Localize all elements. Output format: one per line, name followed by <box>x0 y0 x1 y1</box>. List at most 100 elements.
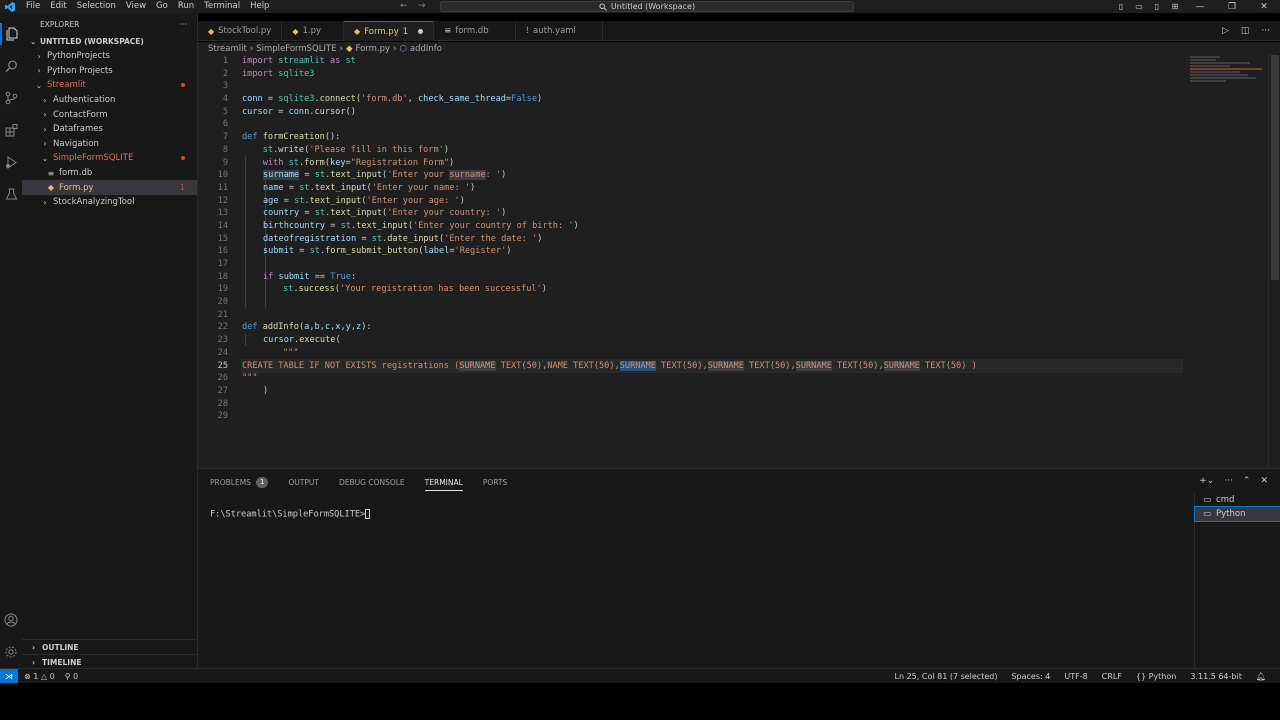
chevron-right-icon: › <box>37 66 41 76</box>
toggle-sidebar-icon[interactable]: ▯ <box>1112 2 1130 11</box>
menu-terminal[interactable]: Terminal <box>199 0 245 13</box>
status-bar: ⋊ ⊗ 1 △ 0 ⚲ 0 Ln 25, Col 81 (7 selected)… <box>0 668 1280 684</box>
code-line-25: CREATE TABLE IF NOT EXISTS registrations… <box>241 358 1183 374</box>
breadcrumb-item[interactable]: addInfo <box>410 44 442 54</box>
remote-indicator-icon[interactable]: ⋊ <box>0 668 18 684</box>
extensions-icon[interactable] <box>0 119 22 141</box>
search-icon <box>599 2 607 11</box>
tab-output[interactable]: OUTPUT <box>288 469 319 495</box>
toggle-panel-icon[interactable]: ▭ <box>1130 2 1148 11</box>
workspace-root[interactable]: ⌄ UNTITLED (WORKSPACE) <box>22 35 197 48</box>
tab-form-py[interactable]: ◆ Form.py 1 <box>344 21 435 41</box>
more-actions-icon[interactable]: ··· <box>1224 476 1233 486</box>
menu-help[interactable]: Help <box>245 0 274 13</box>
code-line-12: age = st.text_input('Enter your age: ') <box>263 195 465 206</box>
tab-stocktool[interactable]: ◆ StockTool.py <box>198 21 283 41</box>
line-ending[interactable]: CRLF <box>1102 672 1122 681</box>
menu-go[interactable]: Go <box>151 0 173 13</box>
menu-file[interactable]: File <box>21 0 45 13</box>
ports-status[interactable]: ⚲ 0 <box>65 672 79 681</box>
forward-arrow-icon[interactable]: → <box>418 0 426 13</box>
menu-selection[interactable]: Selection <box>72 0 121 13</box>
language-mode[interactable]: {} Python <box>1136 672 1176 681</box>
tree-item-label: Navigation <box>53 138 99 149</box>
outline-section[interactable]: › OUTLINE <box>22 639 198 654</box>
split-editor-icon[interactable]: ◫ <box>1241 26 1250 36</box>
terminal-output[interactable]: F:\Streamlit\SimpleFormSQLITE> <box>210 509 371 520</box>
editor-actions: ▷ ◫ ··· <box>1222 21 1270 41</box>
tab-terminal[interactable]: TERMINAL <box>424 469 463 495</box>
back-arrow-icon[interactable]: ← <box>400 0 408 13</box>
tab-auth-yaml[interactable]: ! auth.yaml <box>516 21 603 41</box>
breadcrumb-item[interactable]: Form.py <box>356 44 391 54</box>
line-number: 2 <box>222 68 228 79</box>
unsaved-dot-icon[interactable] <box>418 29 424 34</box>
tree-item-label: ContactForm <box>53 109 108 120</box>
tree-item[interactable]: ⌄ Streamlit <box>22 78 197 93</box>
minimize-icon[interactable]: — <box>1184 2 1216 12</box>
line-number: 23 <box>217 335 228 346</box>
encoding[interactable]: UTF-8 <box>1064 672 1087 681</box>
restore-icon[interactable]: ❐ <box>1216 2 1248 12</box>
editor-scrollbar[interactable] <box>1268 55 1280 468</box>
problems-status[interactable]: ⊗ 1 △ 0 <box>24 672 55 681</box>
tree-item[interactable]: ⌄ SimpleFormSQLITE <box>22 151 197 166</box>
code-editor[interactable]: 1 2 3 4 5 6 7 8 9 10 11 12 13 14 15 16 17 18 19 20 21 22 23 24 2… <box>198 55 1280 468</box>
cursor-position[interactable]: Ln 25, Col 81 (7 selected) <box>895 672 998 681</box>
line-number: 12 <box>217 195 228 206</box>
breadcrumb-item[interactable]: Streamlit <box>208 44 247 54</box>
toggle-secondary-sidebar-icon[interactable]: ▯ <box>1148 2 1166 11</box>
more-actions-icon[interactable]: ··· <box>180 20 187 29</box>
search-icon[interactable] <box>0 55 22 77</box>
accounts-icon[interactable] <box>0 609 22 631</box>
tree-item[interactable]: › Python Projects <box>22 64 197 79</box>
tab-label: StockTool.py <box>218 26 272 36</box>
code-lines: import streamlit as st import sqlite3 co… <box>241 55 1183 423</box>
explorer-icon[interactable] <box>0 23 22 45</box>
maximize-panel-icon[interactable]: ⌃ <box>1243 476 1251 486</box>
tree-item[interactable]: ≡ form.db <box>22 166 197 181</box>
workspace-title: Untitled (Workspace) <box>610 2 696 11</box>
tab-debug-console[interactable]: DEBUG CONSOLE <box>339 469 405 495</box>
tab-1py[interactable]: ◆ 1.py <box>282 21 345 41</box>
breadcrumb-item[interactable]: SimpleFormSQLITE <box>256 44 336 54</box>
run-debug-icon[interactable] <box>0 151 22 173</box>
minimap[interactable] <box>1190 55 1266 95</box>
tree-item[interactable]: › StockAnalyzingTool <box>22 195 197 210</box>
menu-view[interactable]: View <box>121 0 151 13</box>
customize-layout-icon[interactable]: ⊞ <box>1166 2 1184 11</box>
command-center-search[interactable]: Untitled (Workspace) <box>440 1 854 12</box>
timeline-section[interactable]: › TIMELINE <box>22 654 198 669</box>
close-panel-icon[interactable]: ✕ <box>1260 476 1268 486</box>
source-control-icon[interactable] <box>0 87 22 109</box>
tab-problems[interactable]: PROBLEMS 1 <box>210 469 269 495</box>
python-interpreter[interactable]: 3.11.5 64-bit <box>1190 672 1242 681</box>
menu-edit[interactable]: Edit <box>45 0 71 13</box>
more-actions-icon[interactable]: ··· <box>1261 26 1270 36</box>
close-window-icon[interactable]: ✕ <box>1248 2 1280 12</box>
terminal-item-python[interactable]: ▭ Python <box>1194 506 1280 522</box>
settings-gear-icon[interactable] <box>0 641 22 663</box>
line-number: 5 <box>222 106 228 117</box>
tab-ports[interactable]: PORTS <box>483 469 507 495</box>
tree-item[interactable]: › Authentication <box>22 93 197 108</box>
terminal-item-cmd[interactable]: ▭ cmd <box>1195 493 1280 507</box>
tree-item-label: Python Projects <box>47 65 113 76</box>
tree-item[interactable]: ◆ Form.py 1 <box>22 180 197 195</box>
line-number: 4 <box>222 94 228 105</box>
line-number: 16 <box>217 246 228 257</box>
chevron-right-icon: › <box>32 657 36 667</box>
tree-item[interactable]: › Dataframes <box>22 122 197 137</box>
notifications-bell-icon[interactable]: 🔔︎ <box>1256 672 1266 681</box>
tree-item[interactable]: › ContactForm <box>22 107 197 122</box>
tree-item[interactable]: › PythonProjects <box>22 49 197 64</box>
indentation[interactable]: Spaces: 4 <box>1011 672 1050 681</box>
menu-run[interactable]: Run <box>173 0 199 13</box>
outline-label: OUTLINE <box>42 642 79 652</box>
testing-icon[interactable] <box>0 183 22 205</box>
new-terminal-icon[interactable]: +⌄ <box>1199 476 1214 486</box>
tree-item[interactable]: › Navigation <box>22 137 197 152</box>
tab-form-db[interactable]: ≡ form.db <box>434 21 516 41</box>
run-file-icon[interactable]: ▷ <box>1222 26 1229 36</box>
scrollbar-thumb[interactable] <box>1271 55 1279 280</box>
